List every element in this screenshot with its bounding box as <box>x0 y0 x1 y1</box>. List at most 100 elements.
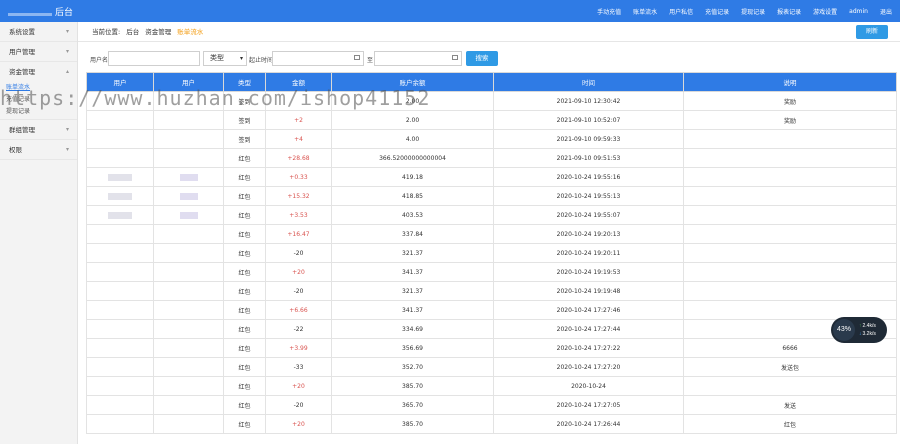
cell-type: 红包 <box>223 262 266 282</box>
cell-balance: 2.00 <box>331 110 494 130</box>
cell-note <box>683 186 897 206</box>
cell-balance: 4.00 <box>331 129 494 149</box>
cell-amount: -33 <box>265 357 332 377</box>
cell-time: 2020-10-24 19:55:13 <box>493 186 684 206</box>
cell-type: 红包 <box>223 243 266 263</box>
cell-user-id <box>153 395 224 415</box>
cell-balance: 352.70 <box>331 357 494 377</box>
network-speed-widget[interactable]: 43% 2.4k/s 3.2k/s <box>831 317 887 343</box>
upload-speed: 2.4k/s <box>859 323 876 329</box>
cell-user <box>86 186 154 206</box>
breadcrumb-root[interactable]: 后台 <box>126 22 139 41</box>
cell-type: 签到 <box>223 91 266 111</box>
brand-title: 后台 <box>55 8 74 18</box>
table-row: 签到 +4 4.00 2021-09-10 09:59:33 <box>86 129 897 149</box>
cell-balance: 419.18 <box>331 167 494 187</box>
cell-note <box>683 205 897 225</box>
table-row: 红包 +15.32 418.85 2020-10-24 19:55:13 <box>86 186 897 206</box>
cell-type: 红包 <box>223 395 266 415</box>
cell-user <box>86 148 154 168</box>
cell-time: 2020-10-24 19:55:07 <box>493 205 684 225</box>
cell-user <box>86 243 154 263</box>
cell-amount: -20 <box>265 243 332 263</box>
chevron-down-icon: ▾ <box>239 55 243 62</box>
table-header-row: 用户 用户 类型 金额 账户余额 时间 说明 <box>86 72 897 92</box>
cell-type: 签到 <box>223 129 266 149</box>
nav-game-settings[interactable]: 游戏设置 <box>813 7 837 16</box>
sidebar-item-recharge-records[interactable]: 充值记录 <box>0 94 77 106</box>
cell-user-id <box>153 148 224 168</box>
nav-admin-user[interactable]: admin <box>849 8 868 15</box>
calendar-icon[interactable] <box>452 55 458 60</box>
nav-report-records[interactable]: 报表记录 <box>777 7 801 16</box>
username-input[interactable] <box>108 51 200 66</box>
sidebar-item-bill-flow[interactable]: 账单流水 <box>0 82 77 94</box>
redacted-block <box>179 173 198 181</box>
cell-balance: 385.70 <box>331 414 494 434</box>
sidebar-group-funds[interactable]: 资金管理 ▴ <box>0 62 77 82</box>
search-button[interactable]: 搜索 <box>466 51 498 66</box>
cell-user-id <box>153 243 224 263</box>
chevron-down-icon: ▾ <box>65 146 69 153</box>
sidebar-group-label: 系统设置 <box>9 28 35 36</box>
cell-type: 红包 <box>223 414 266 434</box>
redacted-block <box>179 192 198 200</box>
cell-user-id <box>153 186 224 206</box>
type-select[interactable]: 类型 ▾ <box>203 51 247 66</box>
table-row: 红包 -22 334.69 2020-10-24 17:27:44 <box>86 319 897 339</box>
sidebar-group-groups[interactable]: 群组管理 ▾ <box>0 120 77 140</box>
nav-manual-recharge[interactable]: 手动充值 <box>597 7 621 16</box>
date-range-label: 起止时间 <box>249 57 274 64</box>
cell-amount: +20 <box>265 262 332 282</box>
table-row: 红包 +6.66 341.37 2020-10-24 17:27:46 <box>86 300 897 320</box>
cell-user <box>86 110 154 130</box>
cell-type: 红包 <box>223 376 266 396</box>
cell-time: 2021-09-10 09:59:33 <box>493 129 684 149</box>
nav-withdraw-records[interactable]: 提现记录 <box>741 7 765 16</box>
table-row: 红包 +3.99 356.69 2020-10-24 17:27:22 6666 <box>86 338 897 358</box>
start-date-input[interactable] <box>272 51 364 66</box>
breadcrumb-prefix: 当前位置: <box>92 28 121 36</box>
breadcrumb-parent[interactable]: 资金管理 <box>145 22 171 41</box>
sidebar-group-label: 资金管理 <box>9 68 35 76</box>
column-header-amount: 金额 <box>265 72 332 92</box>
refresh-button[interactable]: 刷新 <box>856 25 888 39</box>
nav-recharge-records[interactable]: 充值记录 <box>705 7 729 16</box>
cell-time: 2021-09-10 12:30:42 <box>493 91 684 111</box>
table-row: 红包 +20 385.70 2020-10-24 <box>86 376 897 396</box>
nav-logout[interactable]: 退出 <box>880 7 892 16</box>
column-header-balance: 账户余额 <box>331 72 494 92</box>
sidebar-group-users[interactable]: 用户管理 ▾ <box>0 42 77 62</box>
cell-user-id <box>153 357 224 377</box>
column-header-user-id: 用户 <box>153 72 224 92</box>
cell-amount: +6.66 <box>265 300 332 320</box>
cell-time: 2020-10-24 17:27:46 <box>493 300 684 320</box>
cell-time: 2020-10-24 19:20:13 <box>493 224 684 244</box>
column-header-user: 用户 <box>86 72 154 92</box>
sidebar-group-permissions[interactable]: 权限 ▾ <box>0 140 77 160</box>
calendar-icon[interactable] <box>354 55 360 60</box>
end-date-input[interactable] <box>374 51 462 66</box>
cell-note <box>683 129 897 149</box>
cell-amount: +3.53 <box>265 205 332 225</box>
cell-user-id <box>153 110 224 130</box>
cell-amount: +2 <box>265 110 332 130</box>
cell-user <box>86 224 154 244</box>
cell-balance: 2.00 <box>331 91 494 111</box>
cell-type: 红包 <box>223 319 266 339</box>
cell-time: 2020-10-24 19:19:53 <box>493 262 684 282</box>
sidebar-group-system[interactable]: 系统设置 ▾ <box>0 22 77 42</box>
brand: 后台 <box>8 4 73 18</box>
top-nav: 手动充值 账单流水 用户私信 充值记录 提现记录 报表记录 游戏设置 admin… <box>597 0 892 22</box>
nav-bill-flow[interactable]: 账单流水 <box>633 7 657 16</box>
nav-user-messages[interactable]: 用户私信 <box>669 7 693 16</box>
cell-user <box>86 300 154 320</box>
cell-time: 2021-09-10 10:52:07 <box>493 110 684 130</box>
cell-balance: 341.37 <box>331 300 494 320</box>
cell-user <box>86 129 154 149</box>
cell-user-id <box>153 414 224 434</box>
sidebar-item-withdraw-records[interactable]: 提现记录 <box>0 106 77 120</box>
cell-user-id <box>153 167 224 187</box>
cell-user <box>86 281 154 301</box>
cell-note: 奖励 <box>683 91 897 111</box>
